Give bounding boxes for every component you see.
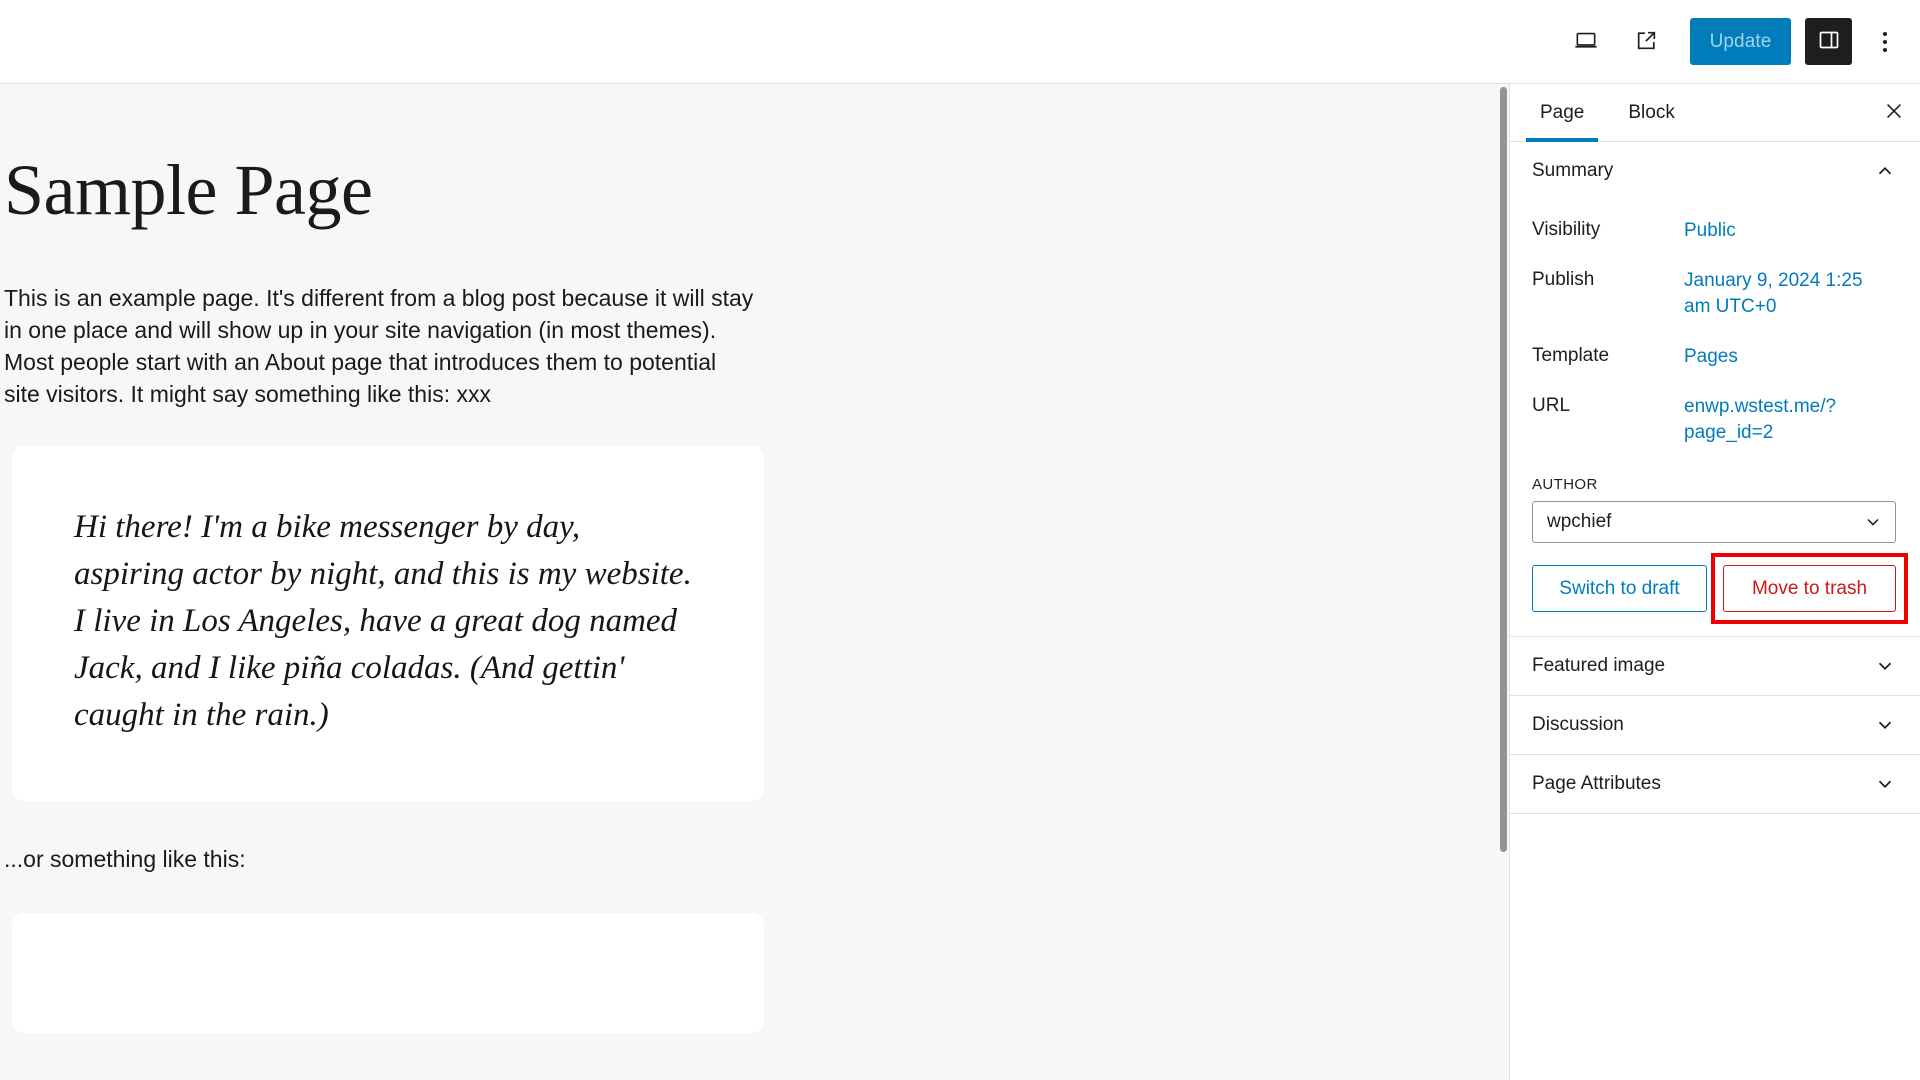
quote-block-text[interactable]: Hi there! I'm a bike messenger by day, a… [74, 504, 698, 739]
publish-label: Publish [1532, 269, 1595, 290]
tab-page[interactable]: Page [1518, 84, 1606, 142]
close-sidebar-button[interactable] [1868, 84, 1920, 141]
template-label: Template [1532, 345, 1610, 366]
summary-row-visibility: Visibility Public [1532, 206, 1896, 256]
switch-to-draft-button[interactable]: Switch to draft [1532, 565, 1707, 612]
laptop-icon [1573, 27, 1599, 56]
kebab-menu-icon [1883, 47, 1887, 52]
intro-paragraph-block[interactable]: This is an example page. It's different … [4, 282, 756, 410]
summary-row-url: URL enwp.wstest.me/?page_id=2 [1532, 382, 1896, 458]
editor-content-wrapper: Sample Page This is an example page. It'… [0, 151, 1509, 1033]
update-button[interactable]: Update [1690, 18, 1791, 65]
summary-row-publish: Publish January 9, 2024 1:25 am UTC+0 [1532, 256, 1896, 332]
page-title[interactable]: Sample Page [4, 151, 1509, 230]
kebab-menu-icon [1883, 39, 1887, 44]
tab-block[interactable]: Block [1606, 84, 1696, 141]
summary-panel-title: Summary [1532, 160, 1614, 181]
featured-image-panel-title: Featured image [1532, 655, 1666, 676]
visibility-label: Visibility [1532, 219, 1601, 240]
external-link-icon [1634, 28, 1659, 56]
summary-row-template: Template Pages [1532, 332, 1896, 382]
chevron-down-icon [1874, 773, 1896, 795]
preview-external-button[interactable] [1622, 18, 1670, 66]
discussion-panel-title: Discussion [1532, 714, 1624, 735]
summary-panel-header[interactable]: Summary [1510, 142, 1920, 200]
publish-date-button[interactable]: January 9, 2024 1:25 am UTC+0 [1684, 268, 1870, 320]
author-select[interactable]: wpchief [1532, 501, 1896, 543]
settings-sidebar-toggle-button[interactable] [1805, 18, 1852, 65]
template-value-button[interactable]: Pages [1684, 344, 1738, 370]
chevron-up-icon [1874, 160, 1896, 182]
panel-divider [1510, 813, 1920, 814]
page-attributes-panel-header[interactable]: Page Attributes [1510, 755, 1920, 813]
canvas-scrollbar[interactable] [1498, 84, 1509, 1080]
post-actions-row: Switch to draft Move to trash [1532, 553, 1908, 624]
summary-panel-body: Visibility Public Publish January 9, 202… [1510, 200, 1920, 624]
view-device-button[interactable] [1562, 18, 1610, 66]
move-to-trash-button[interactable]: Move to trash [1723, 565, 1896, 612]
discussion-panel-header[interactable]: Discussion [1510, 696, 1920, 754]
chevron-down-icon [1863, 512, 1883, 532]
quote-block-card[interactable]: Hi there! I'm a bike messenger by day, a… [12, 445, 764, 801]
kebab-menu-icon [1883, 31, 1887, 36]
page-attributes-panel-title: Page Attributes [1532, 773, 1661, 794]
chevron-down-icon [1874, 714, 1896, 736]
url-label: URL [1532, 395, 1571, 416]
editor-top-bar: Update [0, 0, 1920, 84]
editor-canvas[interactable]: Sample Page This is an example page. It'… [0, 84, 1509, 1080]
sidebar-panel-icon [1817, 28, 1841, 55]
close-icon [1883, 100, 1905, 125]
editor-options-button[interactable] [1864, 18, 1906, 66]
canvas-scrollbar-thumb[interactable] [1500, 87, 1507, 852]
visibility-value-button[interactable]: Public [1684, 218, 1736, 244]
featured-image-panel-header[interactable]: Featured image [1510, 637, 1920, 695]
move-to-trash-wrapper: Move to trash [1711, 553, 1908, 624]
author-select-value: wpchief [1547, 511, 1612, 532]
second-quote-block-card[interactable] [12, 912, 764, 1033]
url-value-button[interactable]: enwp.wstest.me/?page_id=2 [1684, 394, 1870, 446]
author-field-label: AUTHOR [1532, 476, 1598, 493]
chevron-down-icon [1874, 655, 1896, 677]
tail-paragraph-block[interactable]: ...or something like this: [4, 843, 1509, 875]
settings-sidebar: Page Block Summary Visibility Public Pub… [1509, 84, 1920, 1080]
sidebar-tab-list: Page Block [1510, 84, 1920, 142]
